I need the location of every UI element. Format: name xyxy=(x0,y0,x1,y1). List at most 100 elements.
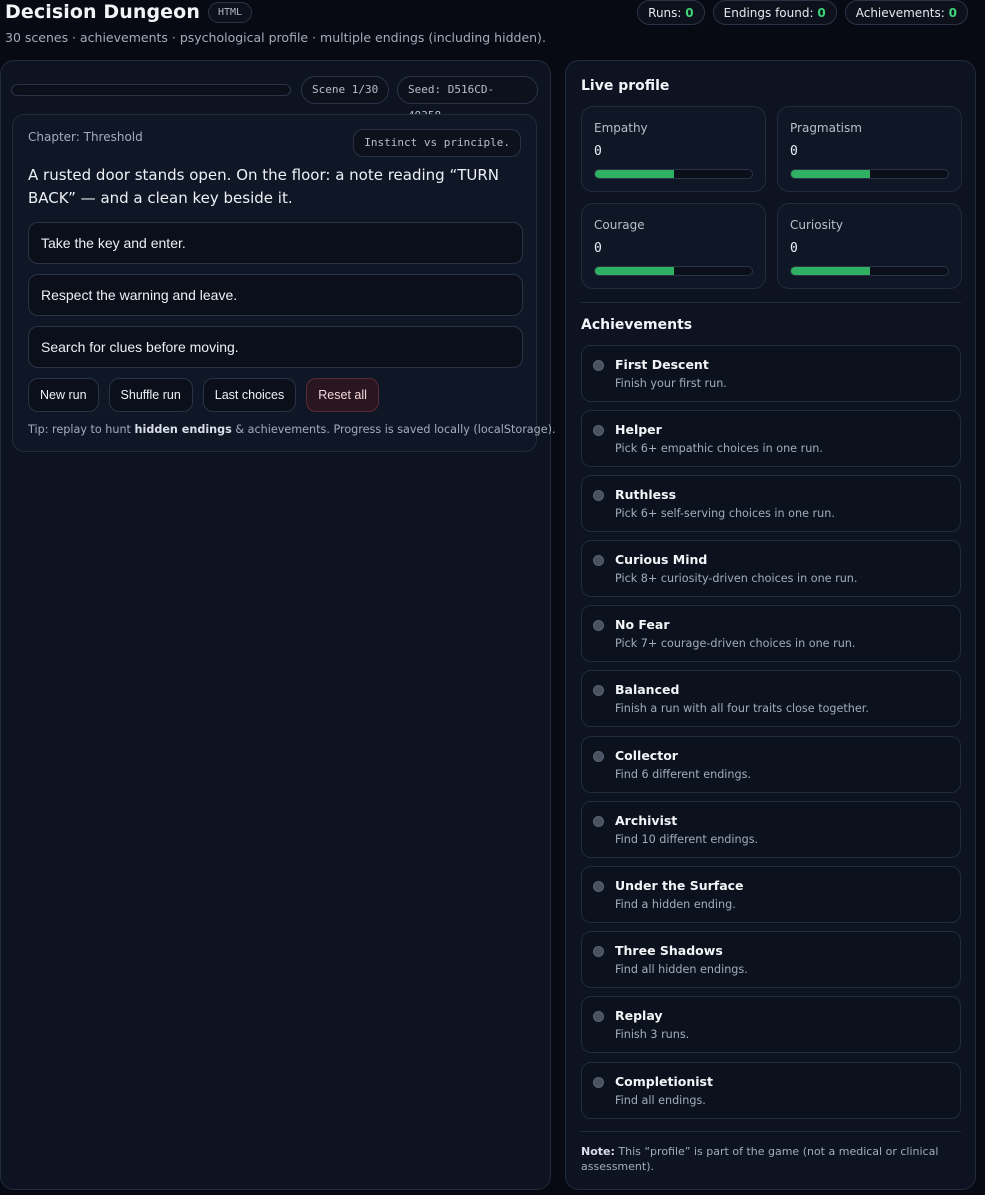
status-dot-icon xyxy=(593,751,604,762)
endings-stat: Endings found: 0 xyxy=(712,0,837,25)
divider xyxy=(581,302,961,303)
html-badge: HTML xyxy=(207,2,253,23)
achievement-item: Completionist Find all endings. xyxy=(581,1062,961,1119)
run-progress-bar xyxy=(11,84,291,96)
trait-value: 0 xyxy=(594,241,602,256)
trait-card-empathy: Empathy 0 xyxy=(581,106,766,192)
trait-bar-fill xyxy=(791,170,870,178)
app-title: Decision Dungeon xyxy=(5,0,200,23)
achievement-desc: Pick 6+ empathic choices in one run. xyxy=(615,442,823,455)
achievement-title: Replay xyxy=(615,1008,663,1023)
trait-name: Pragmatism xyxy=(790,121,862,135)
achievement-item: First Descent Finish your first run. xyxy=(581,345,961,402)
achievement-title: Collector xyxy=(615,748,678,763)
trait-bar-fill xyxy=(595,170,674,178)
seed-label: Seed: D516CD-49358 xyxy=(397,76,538,122)
divider xyxy=(581,1131,961,1132)
status-dot-icon xyxy=(593,881,604,892)
achievement-item: Collector Find 6 different endings. xyxy=(581,736,961,793)
trait-name: Empathy xyxy=(594,121,648,135)
game-panel: Scene 1/30 Seed: D516CD-49358 Chapter: T… xyxy=(0,60,556,1190)
note-label: Note: xyxy=(581,1145,615,1158)
runs-stat: Runs: 0 xyxy=(637,0,705,25)
runs-value: 0 xyxy=(685,6,694,20)
live-profile-heading: Live profile xyxy=(581,78,670,94)
last-choices-button[interactable]: Last choices xyxy=(202,378,297,412)
top-bar: Decision Dungeon HTML 30 scenes · achiev… xyxy=(0,0,985,56)
trait-name: Curiosity xyxy=(790,218,843,232)
achievement-item: Ruthless Pick 6+ self-serving choices in … xyxy=(581,475,961,532)
achievement-title: Curious Mind xyxy=(615,552,708,567)
achievement-item: Archivist Find 10 different endings. xyxy=(581,801,961,858)
trait-bar xyxy=(594,266,753,276)
tip-prefix: Tip: replay to hunt xyxy=(28,423,135,436)
achievement-item: Helper Pick 6+ empathic choices in one ru… xyxy=(581,410,961,467)
chapter-label: Chapter: Threshold xyxy=(28,130,143,144)
scene-theme-badge: Instinct vs principle. xyxy=(353,129,521,157)
achievement-desc: Find 10 different endings. xyxy=(615,833,759,846)
shuffle-run-button[interactable]: Shuffle run xyxy=(108,378,193,412)
status-dot-icon xyxy=(593,1011,604,1022)
trait-name: Courage xyxy=(594,218,645,232)
achievement-item: Balanced Finish a run with all four trait… xyxy=(581,670,961,727)
choice-button-1[interactable]: Take the key and enter. xyxy=(28,222,523,264)
achievement-desc: Finish your first run. xyxy=(615,377,727,390)
status-dot-icon xyxy=(593,946,604,957)
trait-value: 0 xyxy=(594,144,602,159)
achievement-desc: Find all endings. xyxy=(615,1094,706,1107)
control-buttons: New run Shuffle run Last choices Reset a… xyxy=(28,378,379,412)
tip-highlight: hidden endings xyxy=(134,423,232,436)
achievements-value: 0 xyxy=(948,6,957,20)
achievement-desc: Pick 7+ courage-driven choices in one ru… xyxy=(615,637,856,650)
runs-label: Runs: xyxy=(648,6,682,20)
progress-row: Scene 1/30 Seed: D516CD-49358 xyxy=(11,76,538,122)
note-text: This “profile” is part of the game (not … xyxy=(581,1145,939,1173)
achievement-title: Three Shadows xyxy=(615,943,723,958)
tip-suffix: & achievements. Progress is saved locall… xyxy=(231,423,556,436)
scene-card: Chapter: Threshold Instinct vs principle… xyxy=(12,114,556,452)
trait-bar xyxy=(790,169,949,179)
choice-button-3[interactable]: Search for clues before moving. xyxy=(28,326,523,368)
achievement-item: Curious Mind Pick 8+ curiosity-driven cho… xyxy=(581,540,961,597)
app-subtitle: 30 scenes · achievements · psychological… xyxy=(5,30,546,45)
achievement-title: Archivist xyxy=(615,813,678,828)
achievement-desc: Find 6 different endings. xyxy=(615,768,751,781)
status-dot-icon xyxy=(593,620,604,631)
achievement-item: Replay Finish 3 runs. xyxy=(581,996,961,1053)
tip-text: Tip: replay to hunt hidden endings & ach… xyxy=(28,423,556,436)
achievements-heading: Achievements xyxy=(581,317,693,333)
achievement-title: Balanced xyxy=(615,682,680,697)
achievement-title: Under the Surface xyxy=(615,878,744,893)
achievement-title: No Fear xyxy=(615,617,670,632)
status-dot-icon xyxy=(593,685,604,696)
achievement-title: Completionist xyxy=(615,1074,713,1089)
achievement-title: Ruthless xyxy=(615,487,677,502)
achievement-item: No Fear Pick 7+ courage-driven choices in… xyxy=(581,605,961,662)
choice-button-2[interactable]: Respect the warning and leave. xyxy=(28,274,523,316)
endings-value: 0 xyxy=(817,6,826,20)
achievement-item: Under the Surface Find a hidden ending. xyxy=(581,866,961,923)
disclaimer-note: Note: This “profile” is part of the game… xyxy=(581,1144,961,1174)
new-run-button[interactable]: New run xyxy=(28,378,99,412)
trait-bar-fill xyxy=(791,267,870,275)
title-row: Decision Dungeon HTML xyxy=(5,0,253,23)
achievement-desc: Pick 8+ curiosity-driven choices in one … xyxy=(615,572,858,585)
achievement-desc: Find all hidden endings. xyxy=(615,963,748,976)
endings-label: Endings found: xyxy=(723,6,814,20)
status-dot-icon xyxy=(593,425,604,436)
trait-bar-fill xyxy=(595,267,674,275)
trait-value: 0 xyxy=(790,241,798,256)
achievements-label: Achievements: xyxy=(855,6,945,20)
achievement-title: Helper xyxy=(615,422,662,437)
achievement-item: Three Shadows Find all hidden endings. xyxy=(581,931,961,988)
stats-bar: Runs: 0 Endings found: 0 Achievements: 0 xyxy=(637,0,968,25)
reset-all-button[interactable]: Reset all xyxy=(306,378,379,412)
trait-card-pragmatism: Pragmatism 0 xyxy=(777,106,962,192)
achievements-stat: Achievements: 0 xyxy=(844,0,968,25)
trait-value: 0 xyxy=(790,144,798,159)
scene-text: A rusted door stands open. On the floor:… xyxy=(28,166,500,207)
status-dot-icon xyxy=(593,360,604,371)
scene-counter: Scene 1/30 xyxy=(301,76,390,104)
achievement-title: First Descent xyxy=(615,357,709,372)
achievement-desc: Pick 6+ self-serving choices in one run. xyxy=(615,507,835,520)
